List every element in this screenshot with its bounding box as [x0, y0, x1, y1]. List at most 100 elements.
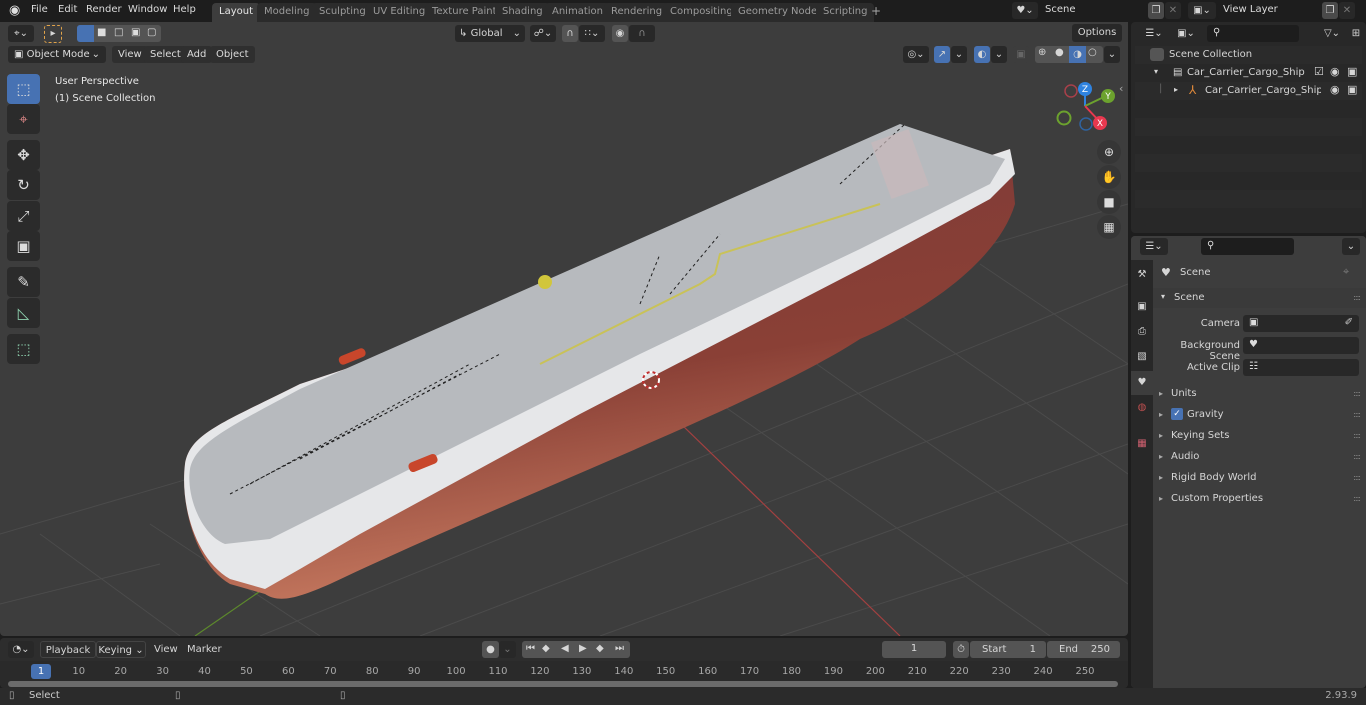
camera-field[interactable]: ▣ ✐: [1243, 315, 1359, 332]
current-frame-field[interactable]: 1: [882, 641, 946, 658]
scene-selector-button[interactable]: ♥⌄: [1012, 2, 1038, 19]
tab-modeling[interactable]: Modeling: [257, 3, 317, 22]
gizmo-dropdown[interactable]: ⌄: [951, 46, 967, 63]
drag-handle-icon[interactable]: ::::: [1353, 494, 1361, 503]
tool-transform[interactable]: ▣: [7, 231, 40, 261]
menu-object[interactable]: Object: [210, 46, 255, 63]
exclude-checkbox[interactable]: ☑: [1314, 65, 1324, 78]
timeline-menu-marker[interactable]: Marker: [187, 644, 222, 655]
overlays-toggle[interactable]: ◐: [974, 46, 990, 63]
properties-editor-type[interactable]: ☰⌄: [1140, 238, 1168, 255]
playback-dropdown[interactable]: Playback ⌄: [40, 641, 96, 673]
overlays-dropdown[interactable]: ⌄: [991, 46, 1007, 63]
subpanel-rigid-body-world[interactable]: ▸ Rigid Body World ::::: [1153, 468, 1366, 489]
scene-name-field[interactable]: Scene: [1039, 2, 1147, 19]
drag-handle-icon[interactable]: ::::: [1353, 293, 1361, 302]
view-layer-name-field[interactable]: View Layer: [1217, 2, 1321, 19]
camera-render-icon[interactable]: ▣: [1347, 83, 1357, 96]
menu-window[interactable]: Window: [128, 4, 167, 15]
pin-icon[interactable]: ⌖: [1343, 265, 1349, 279]
properties-options-dropdown[interactable]: ⌄: [1342, 238, 1360, 255]
view-layer-selector-button[interactable]: ▣⌄: [1188, 2, 1216, 19]
material-preview-shading-icon[interactable]: ◑: [1069, 46, 1086, 63]
filter-dropdown[interactable]: ▽⌄: [1318, 25, 1346, 42]
new-scene-button[interactable]: ❐: [1148, 2, 1164, 19]
tab-layout[interactable]: Layout: [212, 3, 260, 22]
playhead[interactable]: 1: [31, 664, 51, 679]
outliner-search-input[interactable]: ⚲: [1207, 25, 1299, 42]
timeline-scrollbar[interactable]: [8, 681, 1118, 687]
play-reverse-icon[interactable]: ◀: [561, 643, 569, 654]
camera-render-icon[interactable]: ▣: [1347, 65, 1357, 78]
tab-tool[interactable]: ⚒: [1133, 264, 1151, 286]
tab-geometry-nodes[interactable]: Geometry Nodes: [731, 3, 830, 22]
background-scene-field[interactable]: ♥: [1243, 337, 1359, 354]
display-mode-dropdown[interactable]: ▣⌄: [1172, 25, 1200, 42]
mode-intersect-icon[interactable]: ▢: [147, 27, 156, 38]
outliner-row-object[interactable]: | ▸ ⅄ Car_Carrier_Cargo_Ship_ ◉ ▣: [1135, 82, 1362, 100]
start-frame-field[interactable]: Start 1: [970, 641, 1046, 658]
tool-cursor[interactable]: ⌖: [7, 104, 40, 134]
options-dropdown[interactable]: Options ⌄: [1072, 24, 1122, 56]
scene-panel-header[interactable]: ▾ Scene ::::: [1153, 288, 1366, 308]
shading-dropdown[interactable]: ⌄: [1104, 46, 1120, 63]
drag-handle-icon[interactable]: ::::: [1353, 431, 1361, 440]
expand-arrow-icon[interactable]: ▸: [1174, 85, 1178, 94]
subpanel-keying-sets[interactable]: ▸ Keying Sets ::::: [1153, 426, 1366, 447]
camera-view-button[interactable]: ■: [1097, 190, 1121, 214]
tool-measure[interactable]: ◺: [7, 298, 40, 328]
drag-handle-icon[interactable]: ::::: [1353, 452, 1361, 461]
tab-output[interactable]: ⎙: [1133, 321, 1151, 343]
menu-add[interactable]: Add: [181, 46, 213, 63]
timeline-menu-view[interactable]: View: [154, 644, 178, 655]
tool-move[interactable]: ✥: [7, 140, 40, 170]
outliner-editor-type[interactable]: ☰⌄: [1140, 25, 1168, 42]
tool-scale[interactable]: ⤢: [7, 201, 40, 231]
visibility-dropdown[interactable]: ◎⌄: [903, 46, 929, 63]
eyedropper-icon[interactable]: ✐: [1345, 317, 1353, 328]
tab-render[interactable]: ▣: [1133, 296, 1151, 318]
eye-icon[interactable]: ◉: [1330, 83, 1340, 96]
tab-view-layer[interactable]: ▧: [1133, 346, 1151, 368]
tab-scripting[interactable]: Scripting: [816, 3, 875, 22]
zoom-view-button[interactable]: ⊕: [1097, 140, 1121, 164]
falloff-dropdown[interactable]: ∩: [629, 25, 655, 42]
outliner-row-collection[interactable]: ▾ ▤ Car_Carrier_Cargo_Ship ☑ ◉ ▣: [1135, 64, 1362, 82]
menu-edit[interactable]: Edit: [58, 4, 77, 15]
menu-help[interactable]: Help: [173, 4, 196, 15]
menu-render[interactable]: Render: [86, 4, 122, 15]
delete-scene-button[interactable]: ✕: [1165, 2, 1181, 19]
delete-view-layer-button[interactable]: ✕: [1339, 2, 1355, 19]
keying-dropdown[interactable]: Keying ⌄: [96, 641, 146, 658]
tab-compositing[interactable]: Compositing: [663, 3, 740, 22]
rendered-shading-icon[interactable]: ○: [1088, 47, 1097, 58]
timeline-editor-type[interactable]: ◔⌄: [8, 641, 34, 658]
use-preview-range-toggle[interactable]: ⏱: [953, 641, 969, 658]
proportional-edit-toggle[interactable]: ◉: [612, 25, 628, 42]
tool-annotate[interactable]: ✎: [7, 267, 40, 297]
next-keyframe-icon[interactable]: ◆: [596, 643, 604, 654]
snap-toggle[interactable]: ∩: [562, 25, 578, 42]
active-clip-field[interactable]: ☷: [1243, 359, 1359, 376]
tab-animation[interactable]: Animation: [545, 3, 610, 22]
tab-shading[interactable]: Shading: [495, 3, 550, 22]
snap-target-dropdown[interactable]: ∷⌄: [579, 25, 605, 42]
auto-keying-toggle[interactable]: ●: [482, 641, 499, 658]
viewport-scene[interactable]: [0, 64, 1128, 636]
tab-texture-paint[interactable]: Texture Paint: [425, 3, 504, 22]
pan-view-button[interactable]: ✋: [1097, 165, 1121, 189]
end-frame-field[interactable]: End 250: [1047, 641, 1120, 658]
subpanel-custom-properties[interactable]: ▸ Custom Properties ::::: [1153, 489, 1366, 510]
subpanel-audio[interactable]: ▸ Audio ::::: [1153, 447, 1366, 468]
expand-arrow-icon[interactable]: ▾: [1154, 67, 1158, 76]
menu-view[interactable]: View: [112, 46, 148, 63]
gizmo-toggle[interactable]: ↗: [934, 46, 950, 63]
tool-rotate[interactable]: ↻: [7, 170, 40, 200]
jump-start-icon[interactable]: ⏮: [526, 643, 535, 654]
jump-end-icon[interactable]: ⏭: [615, 643, 624, 654]
new-view-layer-button[interactable]: ❐: [1322, 2, 1338, 19]
mode-extend-icon[interactable]: ■: [97, 27, 106, 38]
prev-keyframe-icon[interactable]: ◆: [542, 643, 550, 654]
add-workspace-button[interactable]: +: [871, 4, 881, 18]
mode-dropdown[interactable]: ▣ Object Mode ⌄: [8, 46, 106, 63]
